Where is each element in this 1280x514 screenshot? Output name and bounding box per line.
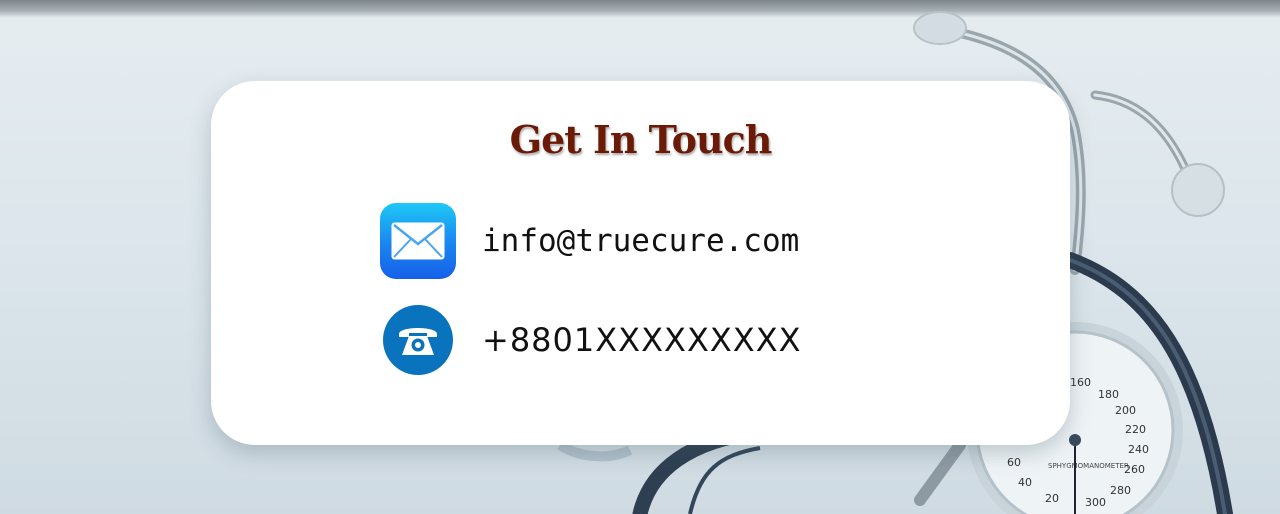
gauge-tick: 240 xyxy=(1128,443,1149,456)
gauge-tick: 300 xyxy=(1085,496,1106,509)
email-link[interactable]: info@truecure.com xyxy=(482,223,799,259)
contact-row-phone: +8801XXXXXXXXX xyxy=(380,305,802,375)
gauge-tick-label: SPHYGMOMANOMETER xyxy=(1048,462,1129,470)
telephone-icon xyxy=(383,305,453,375)
gauge-tick: 160 xyxy=(1070,376,1091,389)
gauge-tick: 20 xyxy=(1045,492,1059,505)
contact-card: Get In Touch info@truecure.com +8801XXXX… xyxy=(211,81,1070,445)
card-title: Get In Touch xyxy=(509,117,773,162)
envelope-icon xyxy=(380,203,456,279)
gauge-tick: 260 xyxy=(1124,463,1145,476)
gauge-tick: 60 xyxy=(1007,456,1021,469)
gauge-tick: 200 xyxy=(1115,404,1136,417)
gauge-tick: 180 xyxy=(1098,388,1119,401)
contact-row-email: info@truecure.com xyxy=(380,203,799,279)
gauge-tick: 40 xyxy=(1018,476,1032,489)
gauge-tick: 220 xyxy=(1125,423,1146,436)
phone-link[interactable]: +8801XXXXXXXXX xyxy=(482,321,802,359)
gauge-tick: 280 xyxy=(1110,484,1131,497)
